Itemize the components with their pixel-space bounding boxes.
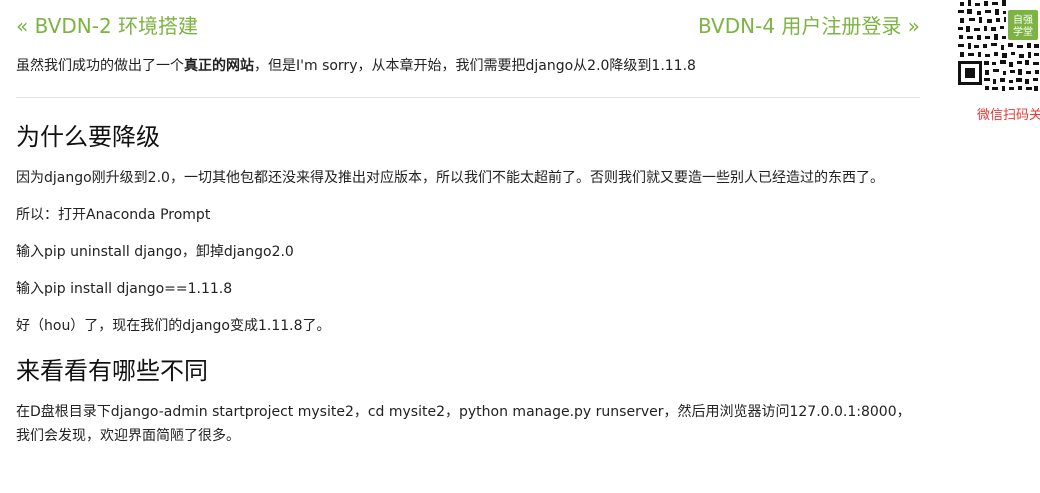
qr-badge-line1: 自强 [1013, 13, 1033, 26]
prev-post-link[interactable]: « BVDN-2 环境搭建 [16, 12, 198, 40]
intro-text-before: 虽然我们成功的做出了一个 [16, 58, 184, 74]
paragraph-uninstall: 输入pip uninstall django，卸掉django2.0 [16, 244, 294, 260]
paragraph-startproject: 在D盘根目录下django-admin startproject mysite2… [16, 404, 911, 444]
heading-why-downgrade: 为什么要降级 [16, 123, 160, 151]
heading-differences: 来看看有哪些不同 [16, 357, 208, 385]
divider [16, 97, 920, 98]
intro-text-after: ，但是I'm sorry，从本章开始，我们需要把django从2.0降级到1.1… [254, 58, 696, 74]
qr-badge-line2: 学堂 [1013, 25, 1033, 38]
paragraph-open-prompt: 所以：打开Anaconda Prompt [16, 207, 211, 223]
paragraph-done: 好（hou）了，现在我们的django变成1.11.8了。 [16, 318, 331, 334]
qr-code-icon: 自强 学堂 [958, 0, 1040, 92]
qr-caption: 微信扫码关注 [977, 108, 1040, 123]
intro-paragraph: 虽然我们成功的做出了一个真正的网站，但是I'm sorry，从本章开始，我们需要… [16, 54, 920, 78]
wechat-qr-code: 自强 学堂 [958, 0, 1040, 92]
next-post-link[interactable]: BVDN-4 用户注册登录 » [698, 12, 920, 40]
article: « BVDN-2 环境搭建 BVDN-4 用户注册登录 » 虽然我们成功的做出了… [16, 0, 920, 448]
post-navigation: « BVDN-2 环境搭建 BVDN-4 用户注册登录 » [16, 0, 920, 50]
paragraph-install: 输入pip install django==1.11.8 [16, 281, 233, 297]
paragraph-reason: 因为django刚升级到2.0，一切其他包都还没来得及推出对应版本，所以我们不能… [16, 170, 884, 186]
intro-bold-text: 真正的网站 [184, 58, 254, 74]
page: « BVDN-2 环境搭建 BVDN-4 用户注册登录 » 虽然我们成功的做出了… [0, 0, 1040, 493]
